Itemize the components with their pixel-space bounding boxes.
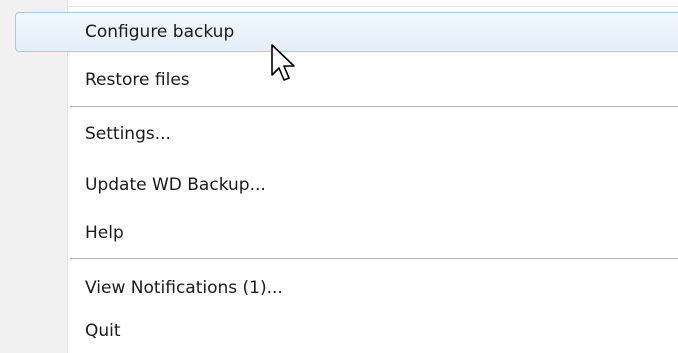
menu-item-help[interactable]: Help <box>0 211 678 255</box>
menu-item-label: View Notifications (1)... <box>85 278 283 298</box>
menu-item-label: Configure backup <box>85 22 235 42</box>
menu-item-settings[interactable]: Settings... <box>0 112 678 156</box>
menu-item-label: Settings... <box>85 124 171 144</box>
menu-item-quit[interactable]: Quit <box>0 309 678 353</box>
menu-item-label: Quit <box>85 321 121 341</box>
context-menu: Configure backup Restore files Settings.… <box>0 0 678 353</box>
menu-separator <box>70 106 678 108</box>
menu-item-configure-backup[interactable]: Configure backup <box>0 10 678 54</box>
menu-separator <box>70 258 678 260</box>
menu-item-label: Update WD Backup... <box>85 175 266 195</box>
menu-item-label: Help <box>85 223 124 243</box>
menu-top-edge <box>68 0 678 7</box>
menu-item-view-notifications[interactable]: View Notifications (1)... <box>0 266 678 310</box>
menu-item-restore-files[interactable]: Restore files <box>0 58 678 102</box>
menu-item-label: Restore files <box>85 70 190 90</box>
menu-item-update-wd-backup[interactable]: Update WD Backup... <box>0 163 678 207</box>
